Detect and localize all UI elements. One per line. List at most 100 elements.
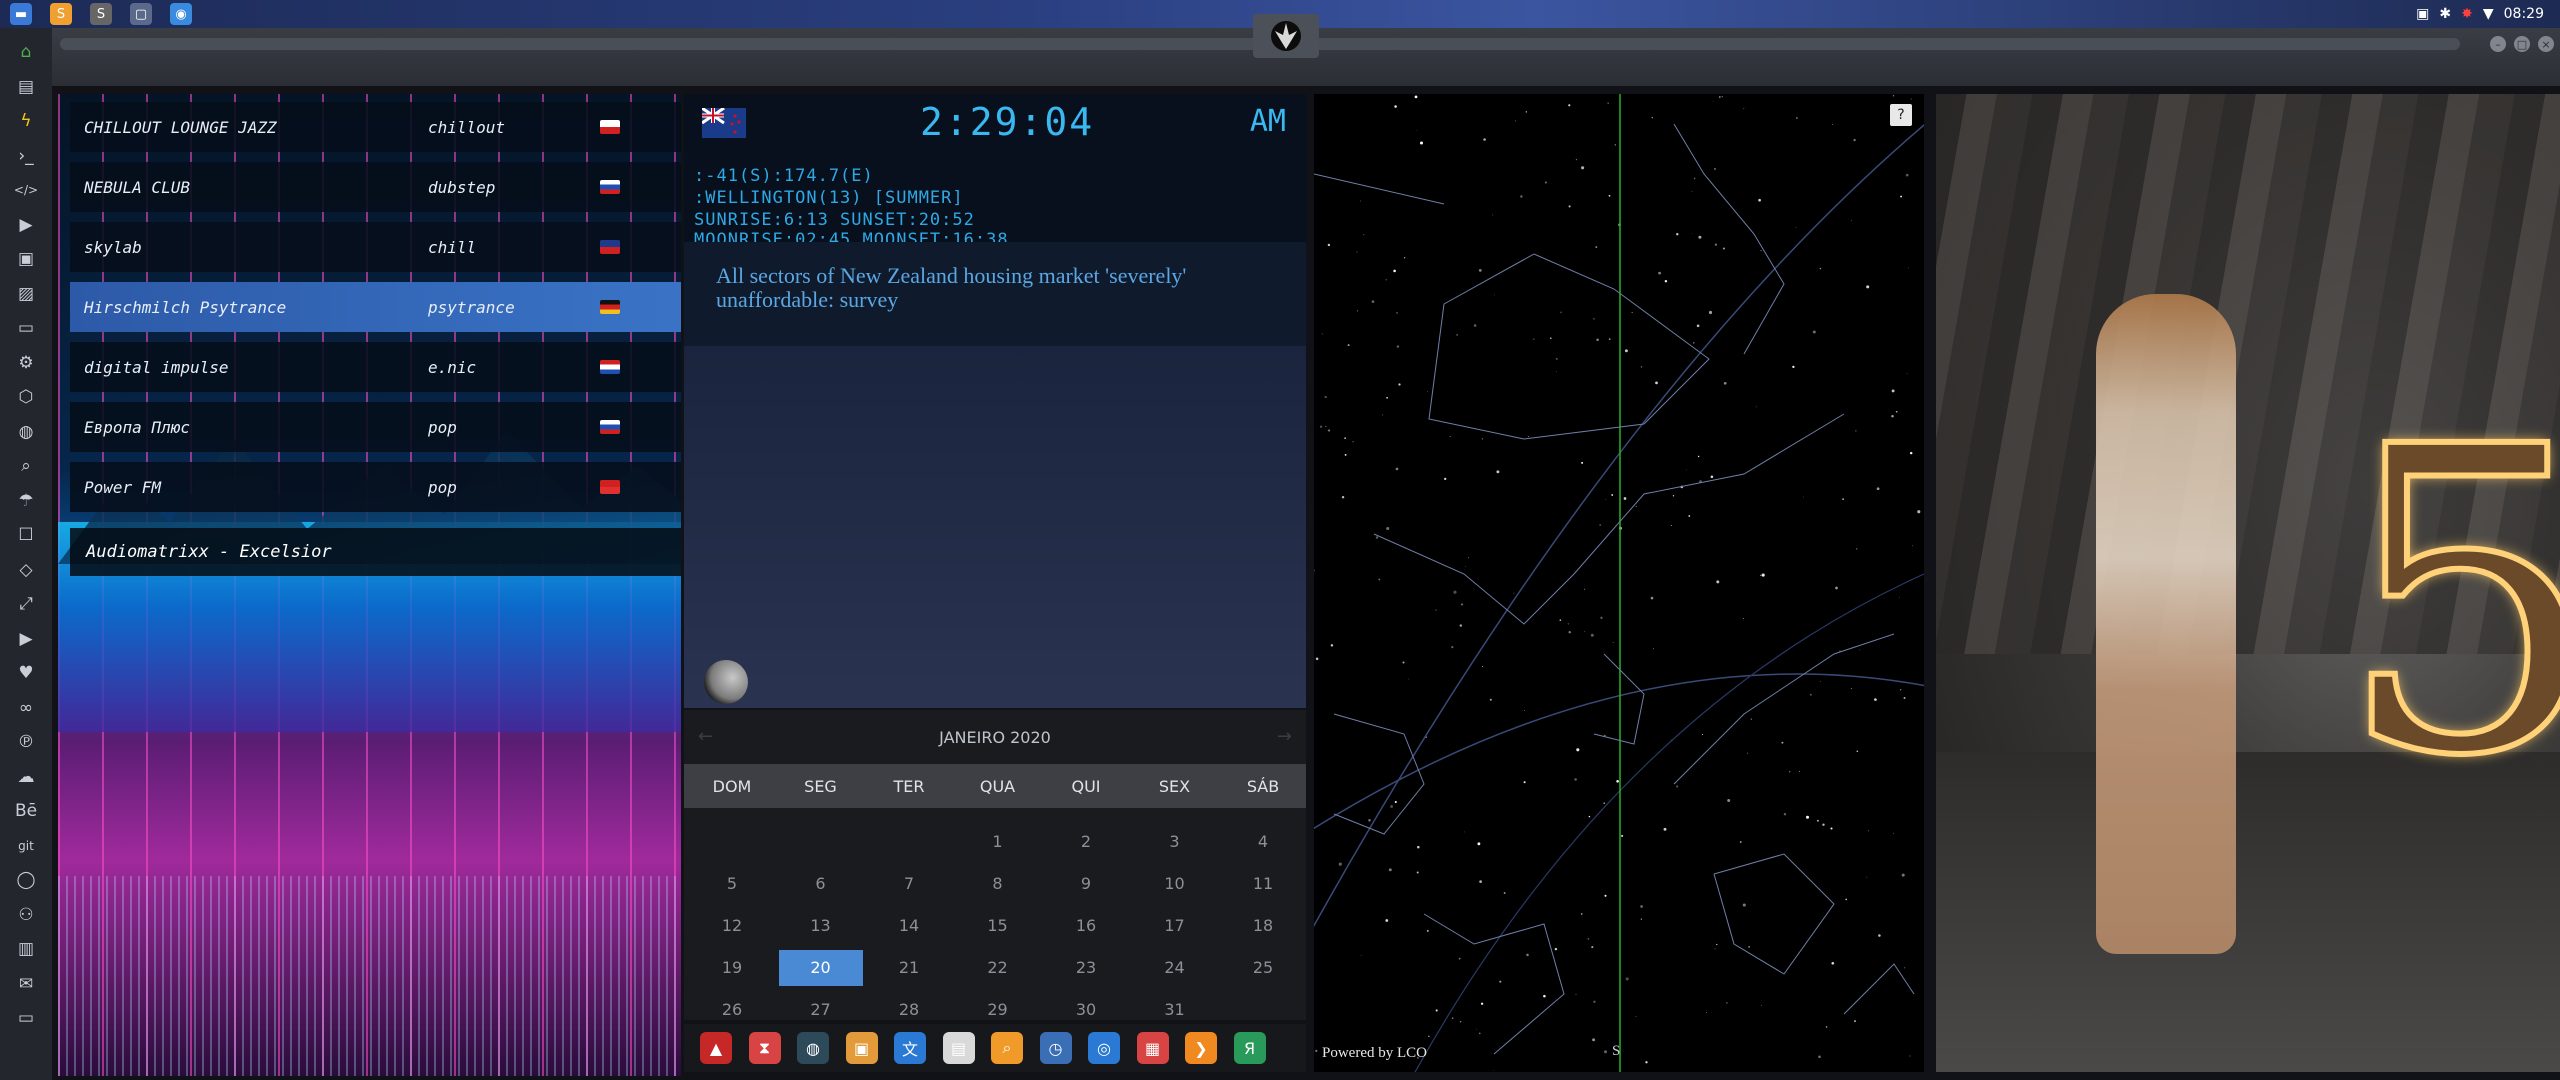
calendar-day[interactable]: 14	[867, 908, 951, 944]
maximize-icon[interactable]: □	[2514, 36, 2530, 52]
youtube-icon[interactable]: ▶	[12, 625, 40, 653]
clock-tray[interactable]: 08:29	[2504, 6, 2544, 22]
calendar-day[interactable]: 21	[867, 950, 951, 986]
help-button[interactable]: ?	[1890, 104, 1912, 126]
calendar-day[interactable]: 9	[1044, 866, 1128, 902]
home-icon[interactable]: ⌂	[12, 38, 40, 66]
window-list-icon[interactable]: ▭	[12, 1004, 40, 1032]
app-red-icon[interactable]: ▲	[700, 1032, 732, 1064]
app-search-icon[interactable]: ⌕	[991, 1032, 1023, 1064]
app-globe-dark-icon[interactable]: ◍	[797, 1032, 829, 1064]
calendar-day[interactable]: 31	[1133, 992, 1217, 1028]
code-icon[interactable]: </>	[12, 176, 40, 204]
alert-tray-icon[interactable]: ✸	[2461, 6, 2473, 22]
app-calendar-icon[interactable]: ▦	[1136, 1032, 1169, 1064]
app-translate-icon[interactable]: 文	[894, 1032, 926, 1064]
calendar-day[interactable]: 28	[867, 992, 951, 1028]
news-headline[interactable]: All sectors of New Zealand housing marke…	[716, 264, 1256, 312]
hexagon-icon[interactable]: ⬡	[12, 383, 40, 411]
pinterest-icon[interactable]: ℗	[12, 728, 40, 756]
calendar-day[interactable]: 11	[1221, 866, 1305, 902]
station-row[interactable]: Hirschmilch Psytrance psytrance	[70, 282, 681, 332]
app-clock-icon[interactable]: ◷	[1039, 1032, 1072, 1064]
calendar-day[interactable]: 5	[690, 866, 774, 902]
expand-icon[interactable]: ⤢	[12, 590, 40, 618]
mail-icon[interactable]: ✉	[12, 970, 40, 998]
bluetooth-tray-icon[interactable]: ✱	[2439, 6, 2451, 22]
search-icon[interactable]: ⌕	[12, 452, 40, 480]
film-icon[interactable]: ▣	[12, 245, 40, 273]
news-ticker[interactable]: All sectors of New Zealand housing marke…	[684, 242, 1306, 346]
app-news-icon[interactable]: ▤	[942, 1032, 975, 1064]
image-icon[interactable]: ▨	[12, 280, 40, 308]
station-row[interactable]: Power FM pop	[70, 462, 681, 512]
station-row[interactable]: NEBULA CLUB dubstep	[70, 162, 681, 212]
powered-by-label[interactable]: Powered by LCO	[1322, 1045, 1427, 1062]
github-icon[interactable]: ◯	[12, 866, 40, 894]
app-hourglass-icon[interactable]: ⧗	[748, 1032, 781, 1064]
station-row[interactable]: skylab chill	[70, 222, 681, 272]
calendar-day[interactable]: 6	[779, 866, 863, 902]
calendar-day[interactable]: 1	[956, 824, 1040, 860]
globe-icon[interactable]: ◍	[12, 418, 40, 446]
files-icon[interactable]: ▬	[10, 3, 32, 25]
calendar-day[interactable]: 8	[956, 866, 1040, 902]
calendar-day[interactable]: 24	[1133, 950, 1217, 986]
calendar-day[interactable]: 17	[1133, 908, 1217, 944]
map-icon[interactable]: ▥	[12, 935, 40, 963]
terminal-icon[interactable]: ›_	[12, 142, 40, 170]
lastfm-icon[interactable]: ∞	[12, 694, 40, 722]
sublime-merge-icon[interactable]: S	[90, 3, 112, 25]
calendar-day[interactable]: 15	[956, 908, 1040, 944]
calendar-day[interactable]: 29	[956, 992, 1040, 1028]
play-icon[interactable]: ▶	[12, 211, 40, 239]
station-row[interactable]: digital impulse e.nic	[70, 342, 681, 392]
chrome-icon[interactable]: ◉	[170, 3, 192, 25]
calendar-day[interactable]: 16	[1044, 908, 1128, 944]
calendar-day[interactable]: 23	[1044, 950, 1128, 986]
calendar-day[interactable]: 20	[778, 950, 863, 986]
cloud-icon[interactable]: ☁	[12, 763, 40, 791]
minimize-icon[interactable]: –	[2490, 36, 2506, 52]
calendar-day[interactable]: 10	[1133, 866, 1217, 902]
next-month-icon[interactable]: →	[1277, 726, 1292, 747]
app-yandex-icon[interactable]: Я	[1233, 1032, 1266, 1064]
app-globe-icon[interactable]: ◎	[1088, 1032, 1120, 1064]
calendar-day[interactable]: 18	[1221, 908, 1305, 944]
calendar-day[interactable]: 2	[1044, 824, 1128, 860]
sublime-icon[interactable]: S	[50, 3, 72, 25]
calendar-day[interactable]: 30	[1044, 992, 1128, 1028]
settings-icon[interactable]: ⚙	[12, 349, 40, 377]
document-icon[interactable]: ▤	[12, 73, 40, 101]
previous-month-icon[interactable]: ←	[698, 726, 713, 747]
wifi-tray-icon[interactable]: ▼	[2483, 6, 2494, 22]
heart-icon[interactable]: ♥	[12, 659, 40, 687]
flash-icon[interactable]: ϟ	[12, 107, 40, 135]
calendar-day[interactable]: 4	[1221, 824, 1305, 860]
contact-icon[interactable]: ☐	[12, 521, 40, 549]
calendar-day[interactable]: 27	[779, 992, 863, 1028]
calendar-day[interactable]: 3	[1133, 824, 1217, 860]
calendar-day[interactable]: 19	[690, 950, 774, 986]
tag-icon[interactable]: ◇	[12, 556, 40, 584]
calendar-day[interactable]: 13	[779, 908, 863, 944]
close-icon[interactable]: ×	[2538, 36, 2554, 52]
umbrella-icon[interactable]: ☂	[12, 487, 40, 515]
calendar-day[interactable]: 22	[956, 950, 1040, 986]
app-arrow-icon[interactable]: ❯	[1185, 1032, 1217, 1064]
app-photo-icon[interactable]: ▣	[845, 1032, 878, 1064]
star-map[interactable]: ? Powered by LCO S	[1314, 94, 1924, 1072]
station-row[interactable]: CHILLOUT LOUNGE JAZZ chillout	[70, 102, 681, 152]
team-icon[interactable]: ⚇	[12, 901, 40, 929]
calendar-day[interactable]: 7	[867, 866, 951, 902]
id-card-icon[interactable]: ▭	[12, 314, 40, 342]
calendar-day[interactable]: 26	[690, 992, 774, 1028]
calendar-day[interactable]: 12	[690, 908, 774, 944]
window-icon[interactable]: ▢	[130, 3, 152, 25]
calendar-day[interactable]: 25	[1221, 950, 1305, 986]
rebel-emblem-icon[interactable]	[1253, 14, 1319, 58]
station-row[interactable]: Европа Плюс pop	[70, 402, 681, 452]
image-tray-icon[interactable]: ▣	[2416, 6, 2429, 22]
git-icon[interactable]: git	[12, 832, 40, 860]
behance-icon[interactable]: Bē	[12, 797, 40, 825]
